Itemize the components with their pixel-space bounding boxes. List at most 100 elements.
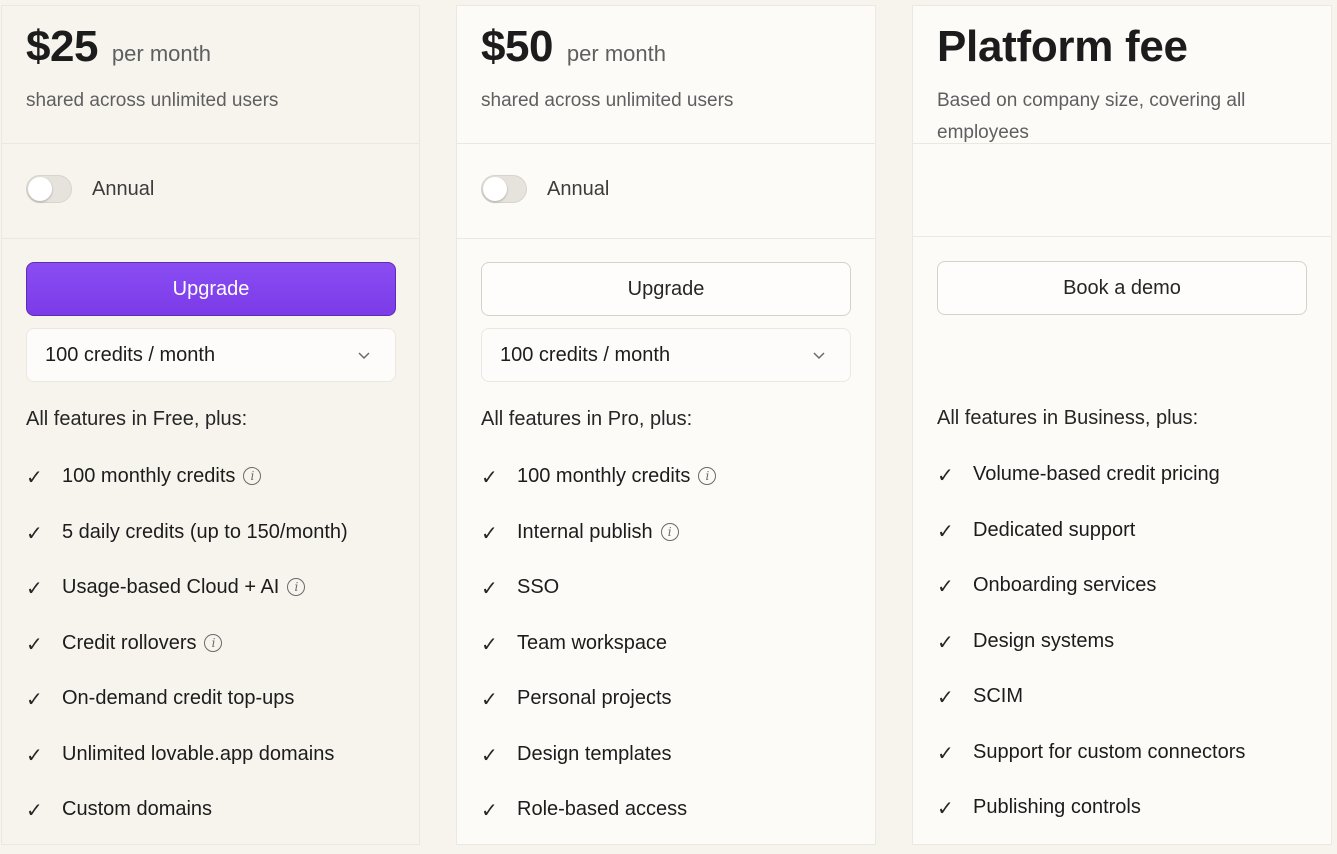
- checkmark-icon: ✓: [26, 522, 43, 545]
- feature-item: ✓ 100 monthly credits i: [26, 465, 348, 521]
- billing-toggle-row: Annual: [2, 143, 419, 239]
- checkmark-icon: ✓: [26, 467, 43, 489]
- price-row: $25 per month: [26, 22, 211, 72]
- checkmark-icon: ✓: [937, 465, 954, 487]
- feature-item: ✓ Support for custom connectors: [937, 741, 1245, 797]
- feature-text: 100 monthly credits: [62, 465, 236, 487]
- pricing-card-business: $50 per month shared across unlimited us…: [456, 5, 876, 845]
- feature-item: ✓ Credit rollovers i: [26, 632, 348, 688]
- feature-item: ✓ Usage-based Cloud + AI i: [26, 576, 348, 632]
- features-list: ✓ 100 monthly credits i ✓ 5 daily credits (u…: [26, 465, 348, 854]
- feature-item: ✓ Dedicated support: [937, 519, 1245, 575]
- info-icon[interactable]: i: [243, 467, 262, 485]
- checkmark-icon: ✓: [481, 689, 498, 711]
- annual-label: Annual: [547, 178, 610, 200]
- feature-text: Volume-based credit pricing: [973, 463, 1220, 485]
- annual-label: Annual: [92, 178, 155, 200]
- price: $25: [26, 22, 98, 71]
- info-icon[interactable]: i: [698, 467, 717, 485]
- info-icon[interactable]: i: [204, 633, 223, 652]
- features-list: ✓ Volume-based credit pricing ✓ Dedicated s…: [937, 463, 1245, 852]
- checkmark-icon: ✓: [937, 742, 954, 765]
- features-list: ✓ 100 monthly credits i ✓ Internal publish i ✓…: [481, 465, 717, 854]
- plan-title: Platform fee: [937, 22, 1188, 71]
- checkmark-icon: ✓: [26, 689, 43, 711]
- book-demo-button[interactable]: Book a demo: [937, 261, 1307, 315]
- checkmark-icon: ✓: [937, 631, 954, 654]
- feature-text: Unlimited lovable.app domains: [62, 742, 335, 765]
- credits-select[interactable]: 100 credits / month: [26, 328, 396, 382]
- plan-subtitle: shared across unlimited users: [26, 90, 279, 111]
- feature-text: Role-based access: [517, 798, 688, 820]
- toggle-knob: [28, 177, 52, 201]
- feature-item: ✓ Role-based access: [481, 798, 716, 854]
- feature-text: Dedicated support: [973, 518, 1136, 541]
- plan-subtitle: shared across unlimited users: [481, 90, 734, 111]
- feature-text: Support for custom connectors: [973, 740, 1246, 763]
- feature-item: ✓ 100 monthly credits i: [481, 465, 717, 521]
- feature-text: Team workspace: [517, 631, 668, 654]
- plan-subtitle: Based on company size, covering all empl…: [937, 90, 1246, 143]
- credits-select-value: 100 credits / month: [45, 343, 216, 366]
- card-header: $25 per month shared across unlimited us…: [2, 6, 419, 144]
- feature-text: On-demand credit top-ups: [62, 687, 295, 709]
- billing-toggle-row: Annual: [457, 143, 875, 239]
- credits-select-value: 100 credits / month: [500, 343, 671, 366]
- checkmark-icon: ✓: [937, 687, 954, 709]
- price-row: $50 per month: [481, 22, 666, 72]
- checkmark-icon: ✓: [481, 633, 498, 656]
- checkmark-icon: ✓: [26, 800, 43, 822]
- feature-text: Design templates: [517, 742, 672, 765]
- price-period: per month: [566, 41, 666, 66]
- feature-item: ✓ Onboarding services: [937, 574, 1245, 630]
- checkmark-icon: ✓: [937, 520, 954, 543]
- annual-toggle[interactable]: [481, 175, 527, 203]
- features-intro: All features in Pro, plus:: [481, 408, 693, 430]
- checkmark-icon: ✓: [481, 744, 498, 767]
- price-period: per month: [111, 41, 211, 66]
- checkmark-icon: ✓: [481, 522, 498, 545]
- checkmark-icon: ✓: [26, 633, 43, 656]
- pricing-card-enterprise: Platform fee Based on company size, cove…: [912, 5, 1332, 845]
- card-header: $50 per month shared across unlimited us…: [457, 6, 875, 144]
- card-header: Platform fee Based on company size, cove…: [913, 6, 1331, 144]
- feature-item: ✓ Internal publish i: [481, 521, 716, 577]
- features-intro: All features in Free, plus:: [26, 408, 248, 430]
- feature-item: ✓ Volume-based credit pricing: [937, 463, 1245, 519]
- checkmark-icon: ✓: [26, 744, 43, 767]
- feature-text: 100 monthly credits: [517, 465, 691, 487]
- feature-text: Design systems: [973, 629, 1115, 652]
- feature-item: ✓ Publishing controls: [937, 796, 1245, 852]
- feature-text: Custom domains: [62, 798, 213, 820]
- feature-item: ✓ Design systems: [937, 630, 1245, 686]
- upgrade-button[interactable]: Upgrade: [481, 262, 851, 316]
- feature-text: SSO: [517, 576, 560, 598]
- credits-select[interactable]: 100 credits / month: [481, 328, 851, 382]
- feature-item: ✓ Unlimited lovable.app domains: [26, 743, 348, 799]
- checkmark-icon: ✓: [937, 576, 954, 598]
- feature-text: Internal publish: [517, 520, 653, 543]
- checkmark-icon: ✓: [481, 800, 498, 822]
- feature-item: ✓ SSO: [481, 576, 716, 632]
- feature-item: ✓ SCIM: [937, 685, 1245, 741]
- feature-text: Personal projects: [517, 687, 672, 709]
- feature-item: ✓ Team workspace: [481, 632, 716, 688]
- feature-text: Publishing controls: [973, 796, 1141, 818]
- feature-item: ✓ Personal projects: [481, 687, 716, 743]
- upgrade-button[interactable]: Upgrade: [26, 262, 396, 316]
- pricing-card-pro: $25 per month shared across unlimited us…: [1, 5, 420, 845]
- checkmark-icon: ✓: [26, 578, 43, 600]
- spacer-row: [913, 143, 1331, 237]
- feature-text: Onboarding services: [973, 574, 1157, 596]
- price: $50: [481, 22, 553, 71]
- toggle-knob: [483, 177, 507, 201]
- info-icon[interactable]: i: [287, 578, 306, 596]
- annual-toggle[interactable]: [26, 175, 72, 203]
- feature-item: ✓ 5 daily credits (up to 150/month): [26, 521, 348, 577]
- feature-text: 5 daily credits (up to 150/month): [62, 520, 348, 543]
- feature-text: SCIM: [973, 685, 1023, 707]
- feature-text: Usage-based Cloud + AI: [62, 576, 280, 598]
- checkmark-icon: ✓: [481, 578, 498, 600]
- chevron-down-icon: [358, 352, 370, 360]
- info-icon[interactable]: i: [660, 522, 679, 541]
